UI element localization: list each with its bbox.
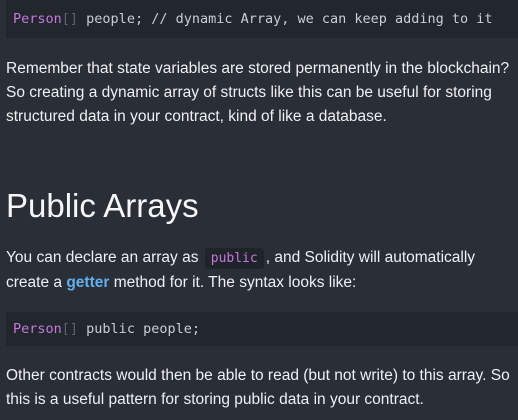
paragraph-other-contracts: Other contracts would then be able to re… (6, 367, 510, 408)
paragraph-public-arrays: You can declare an array as public, and … (6, 246, 511, 295)
code-brackets: [] (61, 11, 79, 27)
code-text: people; // dynamic Array, we can keep ad… (78, 11, 493, 27)
code-text: public people; (78, 321, 200, 337)
code-block-public-array: Person[] public people; (6, 312, 518, 346)
section-heading: Public Arrays (6, 187, 199, 224)
code-block-dynamic-array: Person[] people; // dynamic Array, we ca… (6, 0, 518, 38)
paragraph-text: You can declare an array as (6, 249, 203, 266)
paragraph-text: method for it. The syntax looks like: (109, 274, 357, 291)
inline-code-public: public (204, 248, 264, 269)
code-brackets: [] (61, 321, 79, 337)
code-type-keyword: Person (13, 11, 62, 27)
lesson-page: Person[] people; // dynamic Array, we ca… (0, 0, 518, 420)
getter-link[interactable]: getter (66, 274, 109, 291)
code-type-keyword: Person (13, 321, 62, 337)
paragraph-state-variables: Remember that state variables are stored… (6, 60, 510, 125)
